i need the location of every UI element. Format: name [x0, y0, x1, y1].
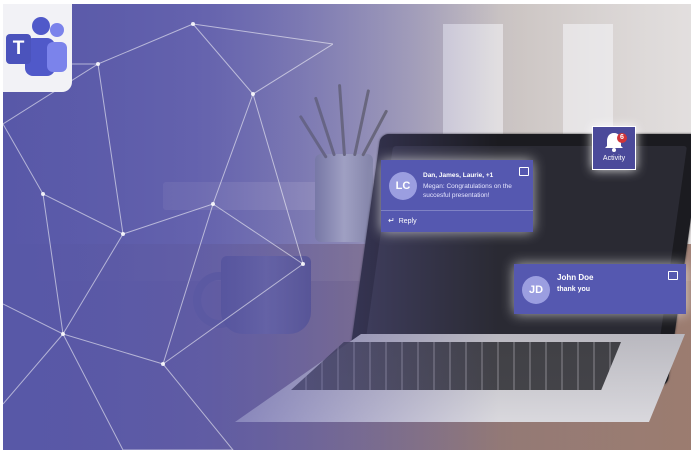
teams-t-icon: T: [6, 34, 31, 64]
reply-icon: ↵: [388, 216, 395, 225]
notification-sender: Dan, James, Laurie, +1: [423, 172, 494, 179]
activity-button[interactable]: 6 Activity: [592, 126, 636, 170]
hero-image: T 6 Activity LC Dan, James, Laurie, +1 M…: [3, 4, 691, 450]
notification-sender: John Doe: [557, 273, 594, 282]
activity-label: Activity: [602, 155, 626, 162]
notification-message: Megan: Congratulations on the succesful …: [423, 183, 512, 199]
bell-icon: [605, 133, 623, 152]
reply-button[interactable]: ↵ Reply: [388, 216, 417, 225]
notification-card[interactable]: LC Dan, James, Laurie, +1 Megan: Congrat…: [381, 160, 533, 232]
notification-card[interactable]: JD John Doe thank you: [514, 264, 686, 314]
notification-message: thank you: [557, 286, 591, 293]
card-divider: [381, 210, 533, 211]
chat-icon[interactable]: [519, 167, 529, 176]
chat-icon[interactable]: [668, 271, 678, 280]
activity-count-badge: 6: [617, 133, 627, 143]
avatar: JD: [522, 276, 550, 304]
teams-logo: T: [3, 4, 72, 92]
avatar: LC: [389, 172, 417, 200]
reply-label: Reply: [398, 218, 417, 225]
